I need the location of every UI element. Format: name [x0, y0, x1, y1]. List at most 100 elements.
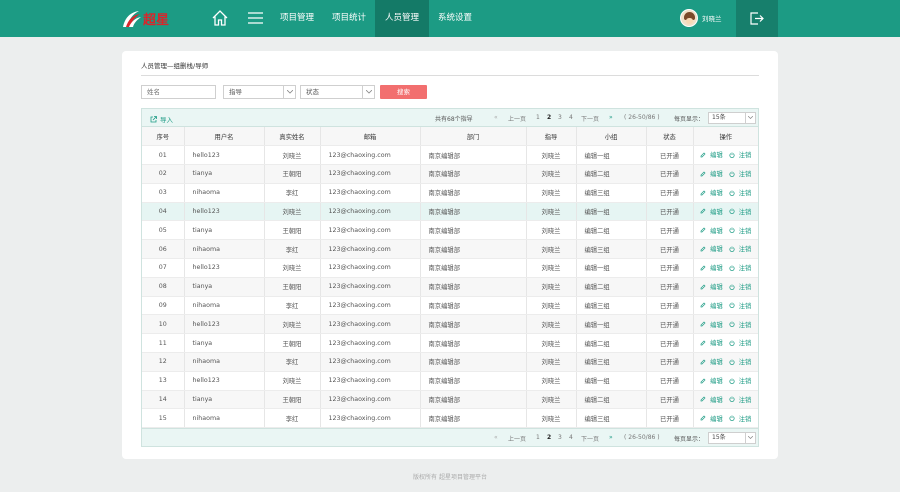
prev-page-link[interactable]: 上一页	[508, 114, 526, 123]
total-count: 共有68个指导	[435, 116, 473, 123]
table-header-row: 序号 用户名 真实姓名 邮箱 部门 指导 小组 状态 操作	[142, 127, 758, 147]
next-page-link[interactable]: 下一页	[581, 114, 599, 123]
deactivate-button[interactable]: 注销	[729, 338, 751, 347]
first-page-icon[interactable]: «	[494, 114, 498, 121]
edit-button[interactable]: 编辑	[700, 263, 723, 272]
page-link-2[interactable]: 2	[547, 434, 551, 441]
cell-username: hello123	[184, 371, 265, 391]
deactivate-button[interactable]: 注销	[729, 207, 751, 216]
next-page-link[interactable]: 下一页	[581, 434, 599, 443]
cell-actions: 编辑 注销	[693, 258, 758, 278]
page-link-1[interactable]: 1	[536, 434, 540, 441]
edit-button[interactable]: 编辑	[700, 338, 723, 347]
edit-button[interactable]: 编辑	[700, 150, 723, 159]
chevron-down-icon	[745, 113, 755, 123]
edit-button[interactable]: 编辑	[700, 414, 723, 423]
prev-page-link[interactable]: 上一页	[508, 434, 526, 443]
edit-button[interactable]: 编辑	[700, 244, 723, 253]
deactivate-button[interactable]: 注销	[729, 395, 751, 404]
page-link-3[interactable]: 3	[558, 114, 562, 121]
cell-email: 123@chaoxing.com	[320, 296, 421, 316]
nav-personnel-management[interactable]: 人员管理	[375, 0, 430, 37]
cell-department: 南京编辑部	[420, 145, 527, 166]
cell-group: 编辑三组	[576, 408, 647, 429]
status-select[interactable]: 状态	[300, 85, 375, 99]
edit-label: 编辑	[710, 340, 723, 348]
table-row: 14 tianya 王朝阳 123@chaoxing.com 南京编辑部 刘晓兰 编辑二组已…	[142, 390, 758, 410]
svg-text:超星: 超星	[143, 12, 169, 28]
cell-group: 编辑三组	[576, 352, 647, 372]
deactivate-button[interactable]: 注销	[729, 226, 751, 235]
import-button[interactable]: 导入	[150, 114, 173, 124]
nav-system-settings[interactable]: 系统设置	[429, 0, 481, 37]
edit-button[interactable]: 编辑	[700, 395, 723, 404]
deactivate-button[interactable]: 注销	[729, 320, 751, 329]
nav-project-management[interactable]: 项目管理	[271, 0, 323, 37]
edit-button[interactable]: 编辑	[700, 376, 723, 385]
edit-button[interactable]: 编辑	[700, 282, 723, 291]
cell-email: 123@chaoxing.com	[320, 145, 421, 166]
last-page-icon[interactable]: »	[609, 434, 613, 441]
cell-real-name: 刘晓兰	[264, 145, 321, 166]
cell-mentor: 刘晓兰	[526, 390, 577, 410]
power-icon	[729, 340, 737, 346]
cell-actions: 编辑 注销	[693, 371, 758, 391]
page-range: ( 26-50/86 )	[624, 434, 660, 441]
edit-button[interactable]: 编辑	[700, 169, 723, 178]
page-link-2[interactable]: 2	[547, 114, 551, 121]
cell-status: 已开通	[646, 333, 694, 354]
name-search-input[interactable]	[141, 85, 216, 99]
page-link-4[interactable]: 4	[569, 434, 573, 441]
cell-real-name: 李红	[264, 239, 321, 260]
deactivate-button[interactable]: 注销	[729, 357, 751, 366]
deactivate-button[interactable]: 注销	[729, 301, 751, 310]
user-menu[interactable]: 刘晓兰	[680, 9, 722, 27]
logo[interactable]: 超星	[121, 9, 175, 29]
edit-icon	[700, 190, 708, 196]
edit-button[interactable]: 编辑	[700, 188, 723, 197]
role-select[interactable]: 指导	[223, 85, 296, 99]
content-card: 人员管理—组删栈/导师 指导 状态 搜索 导入 共有68个指导 « 上一页 1 …	[122, 51, 778, 459]
power-icon	[729, 284, 737, 290]
cell-real-name: 王朝阳	[264, 390, 321, 410]
edit-button[interactable]: 编辑	[700, 357, 723, 366]
page-link-3[interactable]: 3	[558, 434, 562, 441]
cell-index: 06	[142, 239, 185, 260]
cell-index: 09	[142, 296, 185, 316]
deactivate-button[interactable]: 注销	[729, 414, 751, 423]
edit-icon	[700, 171, 708, 177]
home-icon[interactable]	[211, 9, 229, 27]
last-page-icon[interactable]: »	[609, 114, 613, 121]
deactivate-button[interactable]: 注销	[729, 188, 751, 197]
page-link-4[interactable]: 4	[569, 114, 573, 121]
cell-department: 南京编辑部	[420, 220, 527, 241]
page-link-1[interactable]: 1	[536, 114, 540, 121]
nav-project-statistics[interactable]: 项目统计	[323, 0, 375, 37]
menu-icon[interactable]	[248, 11, 263, 25]
deactivate-button[interactable]: 注销	[729, 376, 751, 385]
edit-button[interactable]: 编辑	[700, 226, 723, 235]
table-row: 11 tianya 王朝阳 123@chaoxing.com 南京编辑部 刘晓兰 编辑二组已…	[142, 333, 758, 354]
deactivate-button[interactable]: 注销	[729, 263, 751, 272]
per-page-select[interactable]: 15条	[708, 112, 756, 124]
edit-button[interactable]: 编辑	[700, 301, 723, 310]
first-page-icon[interactable]: «	[494, 434, 498, 441]
cell-real-name: 王朝阳	[264, 220, 321, 241]
deactivate-button[interactable]: 注销	[729, 282, 751, 291]
search-button[interactable]: 搜索	[380, 85, 427, 99]
edit-button[interactable]: 编辑	[700, 207, 723, 216]
deactivate-button[interactable]: 注销	[729, 150, 751, 159]
deactivate-button[interactable]: 注销	[729, 169, 751, 178]
cell-department: 南京编辑部	[420, 333, 527, 354]
edit-label: 编辑	[710, 265, 723, 273]
per-page-select[interactable]: 15条	[708, 432, 756, 444]
cell-username: tianya	[184, 333, 265, 354]
edit-button[interactable]: 编辑	[700, 320, 723, 329]
cell-email: 123@chaoxing.com	[320, 220, 421, 241]
cell-real-name: 王朝阳	[264, 333, 321, 354]
edit-label: 编辑	[710, 208, 723, 216]
power-icon	[729, 152, 737, 158]
deactivate-button[interactable]: 注销	[729, 244, 751, 253]
cell-real-name: 王朝阳	[264, 277, 321, 297]
logout-button[interactable]	[736, 0, 778, 37]
